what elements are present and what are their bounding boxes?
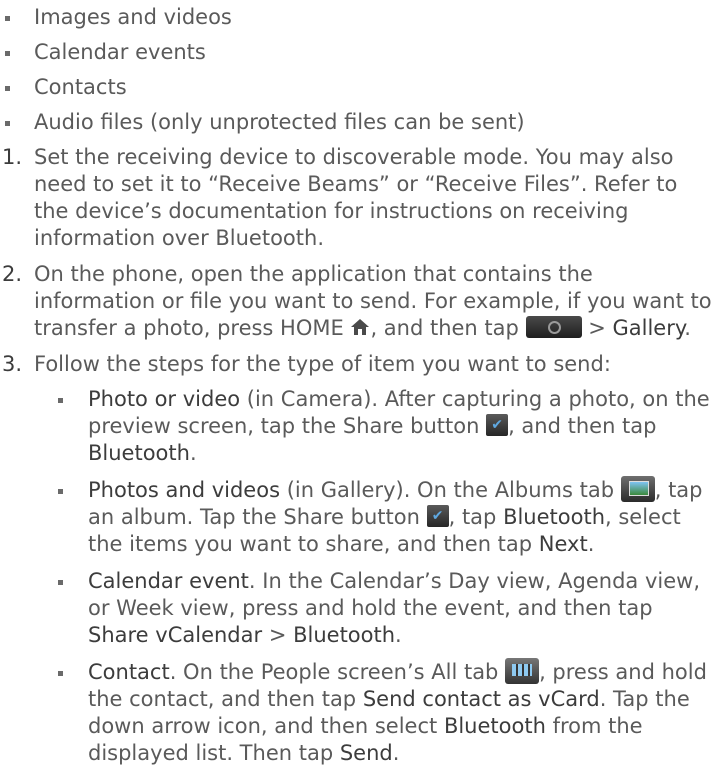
item-type-list: Photo or video (in Camera). After captur… (0, 386, 721, 767)
step-number: 1. (2, 145, 23, 169)
bullet (5, 86, 10, 91)
document-page: Images and videos Calendar events Contac… (0, 0, 721, 767)
list-item-text: Photo or video (in Camera). After captur… (88, 387, 710, 465)
bullet (5, 16, 10, 21)
bullet (58, 580, 63, 585)
step-1: 1. Set the receiving device to discovera… (0, 144, 721, 252)
list-item-text: Calendar events (34, 40, 206, 64)
share-icon: ✔ (426, 505, 449, 527)
bullet (58, 398, 63, 403)
people-all-tab-icon (505, 658, 540, 684)
list-item-text: Contact. On the People screen’s All tab … (88, 658, 707, 765)
share-icon: ✔ (486, 414, 509, 436)
list-item-text: Photos and videos (in Gallery). On the A… (88, 476, 703, 556)
home-icon (351, 319, 370, 335)
step-number: 3. (2, 352, 23, 376)
list-item-gallery: Photos and videos (in Gallery). On the A… (0, 476, 721, 558)
list-item: Images and videos (0, 4, 721, 31)
list-item: Calendar events (0, 39, 721, 66)
bullet (5, 121, 10, 126)
list-item: Contacts (0, 74, 721, 101)
list-item-text: Audio files (only unprotected files can … (34, 110, 525, 134)
list-item-text: Calendar event. In the Calendar’s Day vi… (88, 569, 700, 647)
list-item-photo: Photo or video (in Camera). After captur… (0, 386, 721, 467)
list-item-text: Contacts (34, 75, 127, 99)
step-text: Set the receiving device to discoverable… (34, 145, 678, 250)
list-item-contact: Contact. On the People screen’s All tab … (0, 658, 721, 767)
bullet (58, 489, 63, 494)
step-text: On the phone, open the application that … (34, 262, 712, 340)
bullet (5, 51, 10, 56)
step-3: 3. Follow the steps for the type of item… (0, 351, 721, 767)
list-item: Audio files (only unprotected files can … (0, 109, 721, 136)
list-item-text: Images and videos (34, 5, 232, 29)
bullet (58, 671, 63, 676)
albums-tab-icon (620, 476, 655, 502)
step-text: Follow the steps for the type of item yo… (34, 352, 611, 376)
camera-app-icon (525, 316, 582, 338)
step-number: 2. (2, 262, 23, 286)
step-2: 2. On the phone, open the application th… (0, 261, 721, 342)
list-item-calendar: Calendar event. In the Calendar’s Day vi… (0, 568, 721, 649)
content-types-list: Images and videos Calendar events Contac… (0, 4, 721, 136)
